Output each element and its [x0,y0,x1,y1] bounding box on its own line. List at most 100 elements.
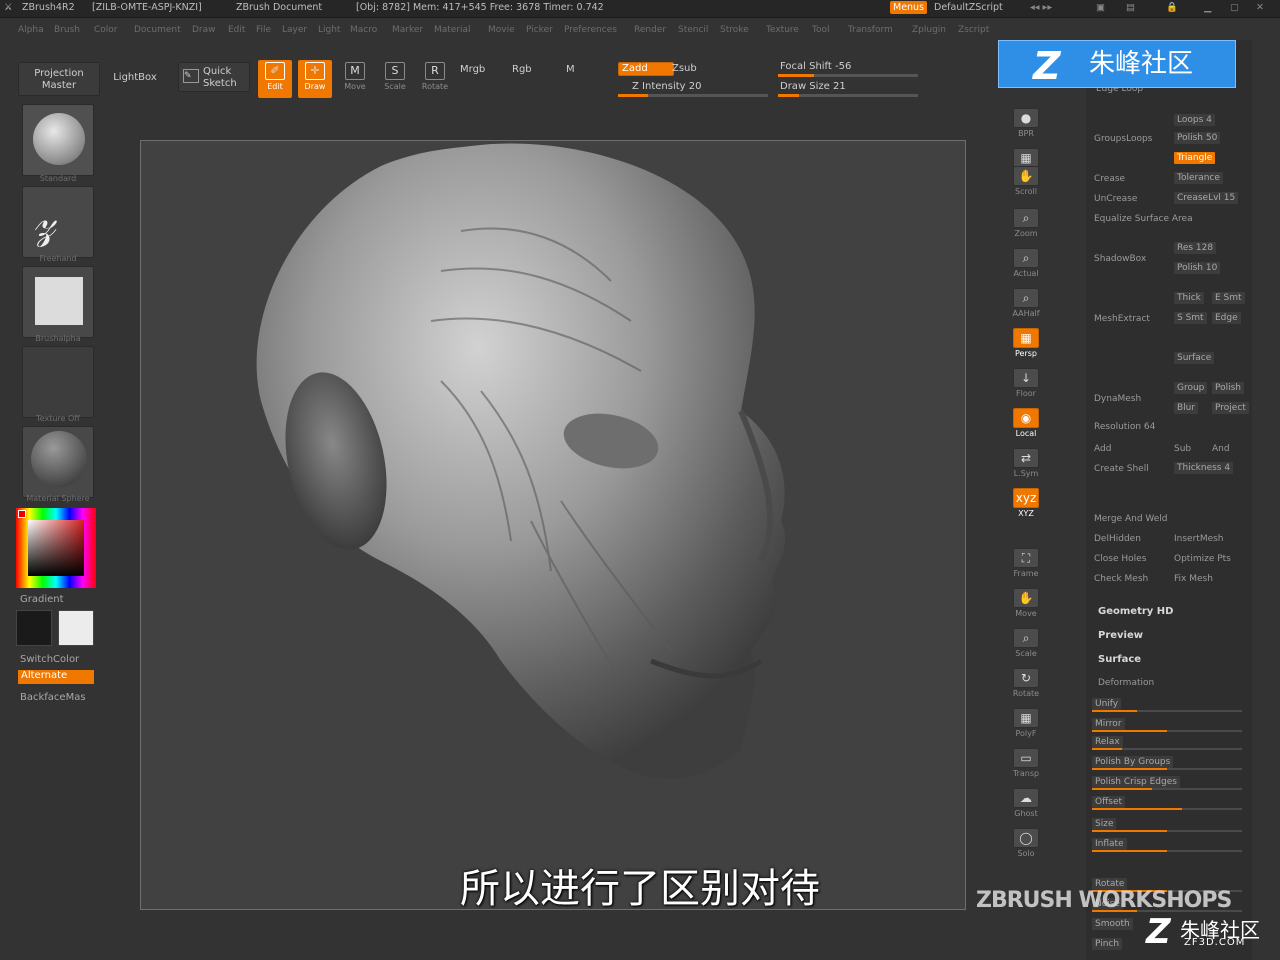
secondary-color-swatch[interactable] [58,610,94,646]
move-button[interactable]: M Move [338,60,372,98]
panel-res[interactable]: Res 128 [1174,242,1217,254]
panel-resolution[interactable]: Resolution 64 [1094,422,1155,432]
panel-inflate[interactable]: Inflate [1092,838,1127,850]
menu-item-5[interactable]: Edit [228,25,245,35]
panel-close-holes[interactable]: Close Holes [1094,554,1146,564]
panel-merge-hid[interactable]: Merge And Weld [1094,514,1168,524]
zsub-button[interactable]: Zsub [672,63,697,74]
panel-s-smt[interactable]: S Smt [1174,312,1207,324]
menu-item-6[interactable]: File [256,25,271,35]
panel-polish3[interactable]: Polish [1212,382,1245,394]
panel-crease[interactable]: Crease [1094,174,1125,184]
stroke-thumb[interactable]: 𝓏 [22,186,94,258]
panel-preview[interactable]: Preview [1098,630,1143,641]
lightbox-button[interactable]: LightBox [98,62,172,96]
panel-relax[interactable]: Relax [1092,736,1123,748]
panel-polish[interactable]: Polish 50 [1174,132,1221,144]
quick-sketch-button[interactable]: ✎ Quick Sketch [178,62,250,92]
panel-groupsloops[interactable]: GroupsLoops [1094,134,1152,144]
alternate-button[interactable]: Alternate [18,670,94,684]
close-icon[interactable]: ✕ [1256,2,1264,13]
menu-item-19[interactable]: Tool [812,25,829,35]
panel-loops[interactable]: Loops 4 [1174,114,1215,126]
menu-item-10[interactable]: Marker [392,25,423,35]
panel-mirror[interactable]: Mirror [1092,718,1125,730]
gradient-label[interactable]: Gradient [20,594,64,605]
texture-thumb[interactable] [22,346,94,418]
shelf-11-button[interactable]: ⛶ Frame [1008,548,1044,582]
menu-item-21[interactable]: Zplugin [912,25,946,35]
menu-item-1[interactable]: Brush [54,25,80,35]
minimize-icon[interactable]: ▁ [1204,2,1211,13]
shelf-4-button[interactable]: ⌕ Actual [1008,248,1044,282]
panel-e-smt[interactable]: E Smt [1212,292,1245,304]
shelf-0-button[interactable]: ● BPR [1008,108,1044,142]
shelf-7-button[interactable]: ↓ Floor [1008,368,1044,402]
panel-shadowbox[interactable]: ShadowBox [1094,254,1146,264]
panel-unify[interactable]: Unify [1092,698,1122,710]
menu-item-14[interactable]: Preferences [564,25,617,35]
shelf-3-button[interactable]: ⌕ Zoom [1008,208,1044,242]
panel-size[interactable]: Size [1092,818,1117,830]
material-thumb[interactable] [22,426,94,498]
mrgb-button[interactable]: Mrgb [460,64,485,75]
menu-item-12[interactable]: Movie [488,25,515,35]
menu-item-16[interactable]: Stencil [678,25,708,35]
shelf-8-button[interactable]: ◉ Local [1008,408,1044,442]
menu-item-13[interactable]: Picker [526,25,553,35]
shelf-10-button[interactable]: xyz XYZ [1008,488,1044,522]
alpha-thumb[interactable] [22,266,94,338]
menus-button[interactable]: Menus [890,1,928,14]
rgb-button[interactable]: Rgb [512,64,532,75]
menu-item-7[interactable]: Layer [282,25,307,35]
layout2-icon[interactable]: ▤ [1126,2,1135,13]
panel-mesh-extract[interactable]: MeshExtract [1094,314,1150,324]
panel-polish-crisp[interactable]: Polish Crisp Edges [1092,776,1180,788]
menu-item-20[interactable]: Transform [848,25,893,35]
draw-button[interactable]: ✛ Draw [298,60,332,98]
shelf-14-button[interactable]: ↻ Rotate [1008,668,1044,702]
panel-uncrease[interactable]: UnCrease [1094,194,1137,204]
panel-equalize[interactable]: Equalize Surface Area [1094,214,1193,224]
document-canvas[interactable] [140,140,966,910]
primary-color-swatch[interactable] [16,610,52,646]
lock-icon[interactable]: 🔒 [1166,2,1178,13]
m-button[interactable]: M [566,64,575,75]
panel-offset[interactable]: Offset [1092,796,1126,808]
panel-surface[interactable]: Surface [1174,352,1215,364]
panel-del-hidden[interactable]: DelHidden [1094,534,1141,544]
panel-polish2[interactable]: Polish 10 [1174,262,1221,274]
shelf-6-button[interactable]: ▦ Persp [1008,328,1044,362]
panel-smooth[interactable]: Smooth [1092,918,1133,930]
panel-blur[interactable]: Blur [1174,402,1199,414]
panel-and[interactable]: And [1212,444,1230,454]
panel-thickness[interactable]: Thickness 4 [1174,462,1234,474]
panel-geometry-hd[interactable]: Geometry HD [1098,606,1173,617]
shelf-17-button[interactable]: ☁ Ghost [1008,788,1044,822]
panel-thick[interactable]: Thick [1174,292,1204,304]
shelf-15-button[interactable]: ▦ PolyF [1008,708,1044,742]
backface-mask-button[interactable]: BackfaceMas [20,692,86,703]
panel-edge[interactable]: Edge [1212,312,1241,324]
maximize-icon[interactable]: ▢ [1230,2,1239,13]
panel-polish-groups[interactable]: Polish By Groups [1092,756,1174,768]
default-zscript[interactable]: DefaultZScript [934,2,1003,13]
panel-sub[interactable]: Sub [1174,444,1191,454]
menu-item-8[interactable]: Light [318,25,340,35]
panel-group[interactable]: Group [1174,382,1208,394]
menu-item-22[interactable]: Zscript [958,25,989,35]
menu-item-2[interactable]: Color [94,25,118,35]
shelf-9-button[interactable]: ⇄ L.Sym [1008,448,1044,482]
zadd-button[interactable]: Zadd [618,62,674,76]
brush-thumb[interactable] [22,104,94,176]
panel-surface2[interactable]: Surface [1098,654,1141,665]
panel-create-shell[interactable]: Create Shell [1094,464,1149,474]
rotate-button[interactable]: R Rotate [418,60,452,98]
panel-pinch[interactable]: Pinch [1092,938,1123,950]
layout-icon[interactable]: ▣ [1096,2,1105,13]
panel-optimize[interactable]: Optimize Pts [1174,554,1231,564]
color-picker[interactable] [16,508,96,588]
panel-dynamesh[interactable]: DynaMesh [1094,394,1141,404]
shelf-16-button[interactable]: ▭ Transp [1008,748,1044,782]
shelf-5-button[interactable]: ⌕ AAHalf [1008,288,1044,322]
